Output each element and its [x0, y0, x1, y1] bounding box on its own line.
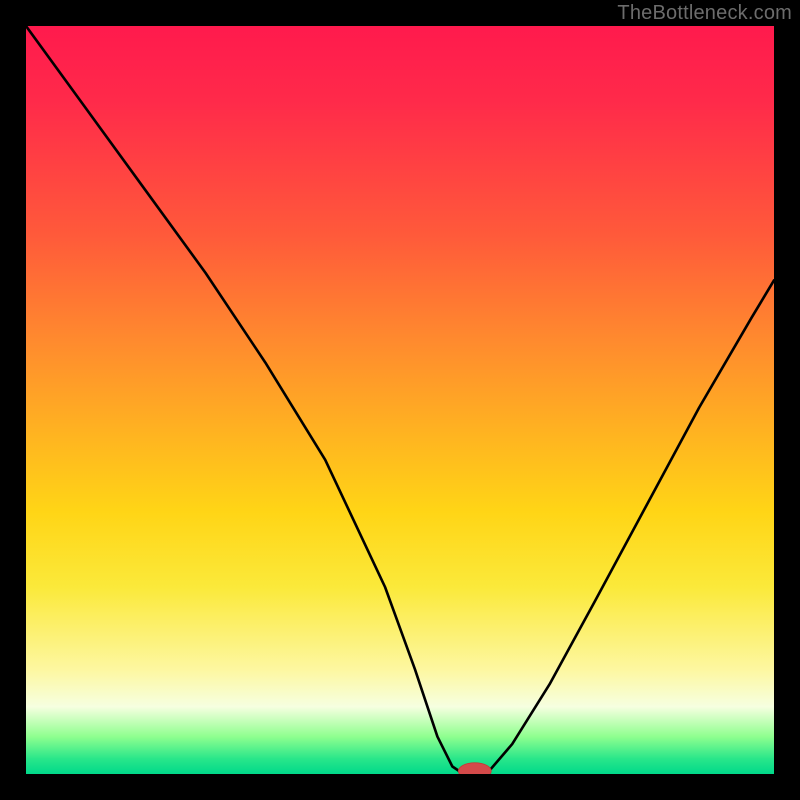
curve-svg [26, 26, 774, 774]
bottleneck-curve [26, 26, 774, 774]
plot-area [26, 26, 774, 774]
attribution-text: TheBottleneck.com [617, 2, 792, 25]
minimum-marker [458, 763, 491, 774]
chart-frame: TheBottleneck.com [0, 0, 800, 800]
